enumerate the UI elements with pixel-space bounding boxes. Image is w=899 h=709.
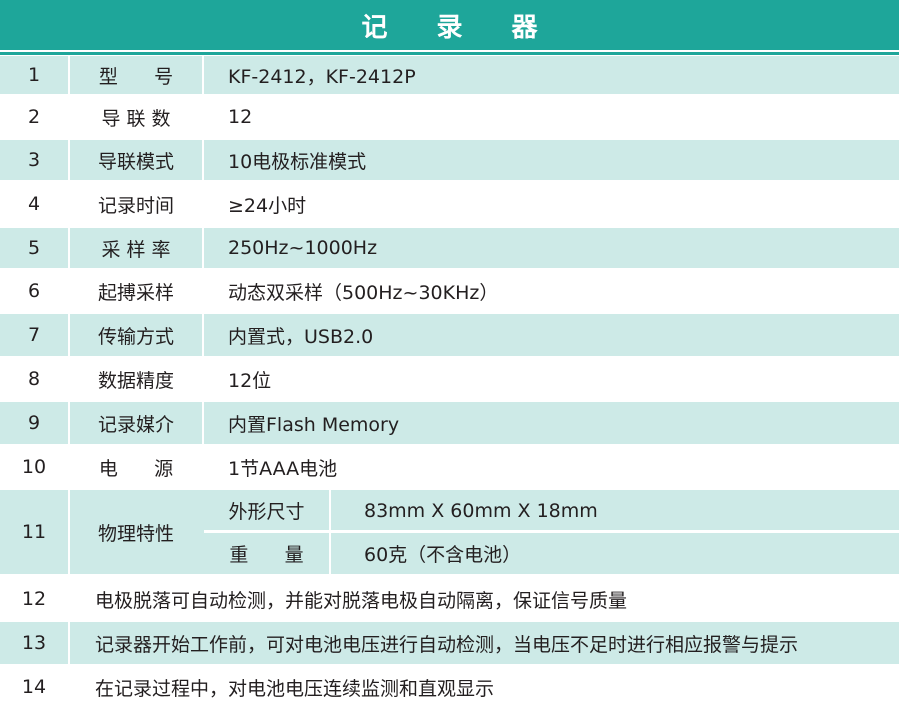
column-divider	[202, 56, 204, 94]
row-value: 250Hz~1000Hz	[228, 237, 378, 259]
row-number: 9	[27, 412, 41, 434]
row-number: 14	[21, 676, 47, 698]
row-name: 采 样 率	[101, 238, 171, 261]
row-name: 记录时间	[97, 194, 174, 217]
row-number: 11	[21, 521, 47, 543]
row-value: 动态双采样（500Hz~30KHz）	[228, 281, 499, 304]
row-number: 4	[27, 193, 41, 215]
table-row: 9 记录媒介 内置Flash Memory	[0, 402, 899, 444]
row-number: 6	[27, 280, 41, 302]
row-value: ≥24小时	[228, 194, 307, 217]
row-value: 12位	[228, 369, 272, 392]
table-row: 10 电 源 1节AAA电池	[0, 446, 899, 488]
column-divider	[202, 140, 204, 180]
note-row: 12 电极脱落可自动检测，并能对脱落电极自动隔离，保证信号质量	[0, 578, 899, 620]
row-number: 12	[21, 588, 47, 610]
column-divider	[329, 533, 331, 574]
row-name: 电 源	[98, 457, 174, 480]
row-number: 8	[27, 368, 41, 390]
table-row-physical: 11 物理特性	[0, 490, 204, 574]
row-name: 导联模式	[97, 150, 174, 173]
row-value: 12	[228, 106, 253, 128]
table-row: 3 导联模式 10电极标准模式	[0, 140, 899, 180]
column-divider	[202, 402, 204, 444]
sub-row-key: 重 量	[229, 544, 304, 566]
row-value: 内置式，USB2.0	[228, 325, 374, 348]
sub-row-weight: 重 量 60克（不含电池）	[204, 533, 899, 574]
note-row: 14 在记录过程中，对电池电压连续监测和直观显示	[0, 666, 899, 708]
sub-row-size: 外形尺寸 83mm X 60mm X 18mm	[204, 490, 899, 531]
row-number: 1	[27, 64, 41, 86]
column-divider	[329, 490, 331, 531]
row-value: 1节AAA电池	[228, 457, 338, 480]
row-name: 记录媒介	[97, 413, 174, 436]
table-title: 记 录 器	[0, 0, 899, 50]
row-number: 2	[27, 106, 41, 128]
note-text: 在记录过程中，对电池电压连续监测和直观显示	[95, 677, 495, 700]
table-row: 4 记录时间 ≥24小时	[0, 182, 899, 226]
row-value: 10电极标准模式	[228, 150, 367, 173]
table-row: 6 起搏采样 动态双采样（500Hz~30KHz）	[0, 270, 899, 312]
table-row: 1 型 号 KF-2412，KF-2412P	[0, 56, 899, 94]
table-row: 8 数据精度 12位	[0, 358, 899, 400]
row-number: 10	[21, 456, 47, 478]
sub-row-value: 83mm X 60mm X 18mm	[364, 499, 598, 522]
row-value: 内置Flash Memory	[228, 413, 400, 436]
row-value: KF-2412，KF-2412P	[228, 65, 416, 88]
table-row: 5 采 样 率 250Hz~1000Hz	[0, 228, 899, 268]
column-divider	[202, 314, 204, 356]
row-number: 13	[21, 632, 47, 654]
row-name: 起搏采样	[97, 281, 174, 304]
row-name: 物理特性	[97, 522, 174, 545]
table-row: 7 传输方式 内置式，USB2.0	[0, 314, 899, 356]
sub-row-key: 外形尺寸	[228, 501, 305, 523]
row-name: 型 号	[98, 65, 174, 88]
row-name: 传输方式	[97, 325, 174, 348]
column-divider	[68, 622, 70, 664]
row-number: 3	[27, 149, 41, 171]
row-name: 导 联 数	[101, 107, 171, 130]
row-number: 5	[27, 237, 41, 259]
row-name: 数据精度	[97, 369, 174, 392]
table-row: 2 导 联 数 12	[0, 96, 899, 138]
note-row: 13 记录器开始工作前，可对电池电压进行自动检测，当电压不足时进行相应报警与提示	[0, 622, 899, 664]
note-text: 电极脱落可自动检测，并能对脱落电极自动隔离，保证信号质量	[95, 589, 628, 612]
row-number: 7	[27, 324, 41, 346]
note-text: 记录器开始工作前，可对电池电压进行自动检测，当电压不足时进行相应报警与提示	[95, 633, 799, 656]
column-divider	[202, 228, 204, 268]
title-underline	[0, 52, 899, 55]
sub-row-value: 60克（不含电池）	[364, 544, 522, 566]
